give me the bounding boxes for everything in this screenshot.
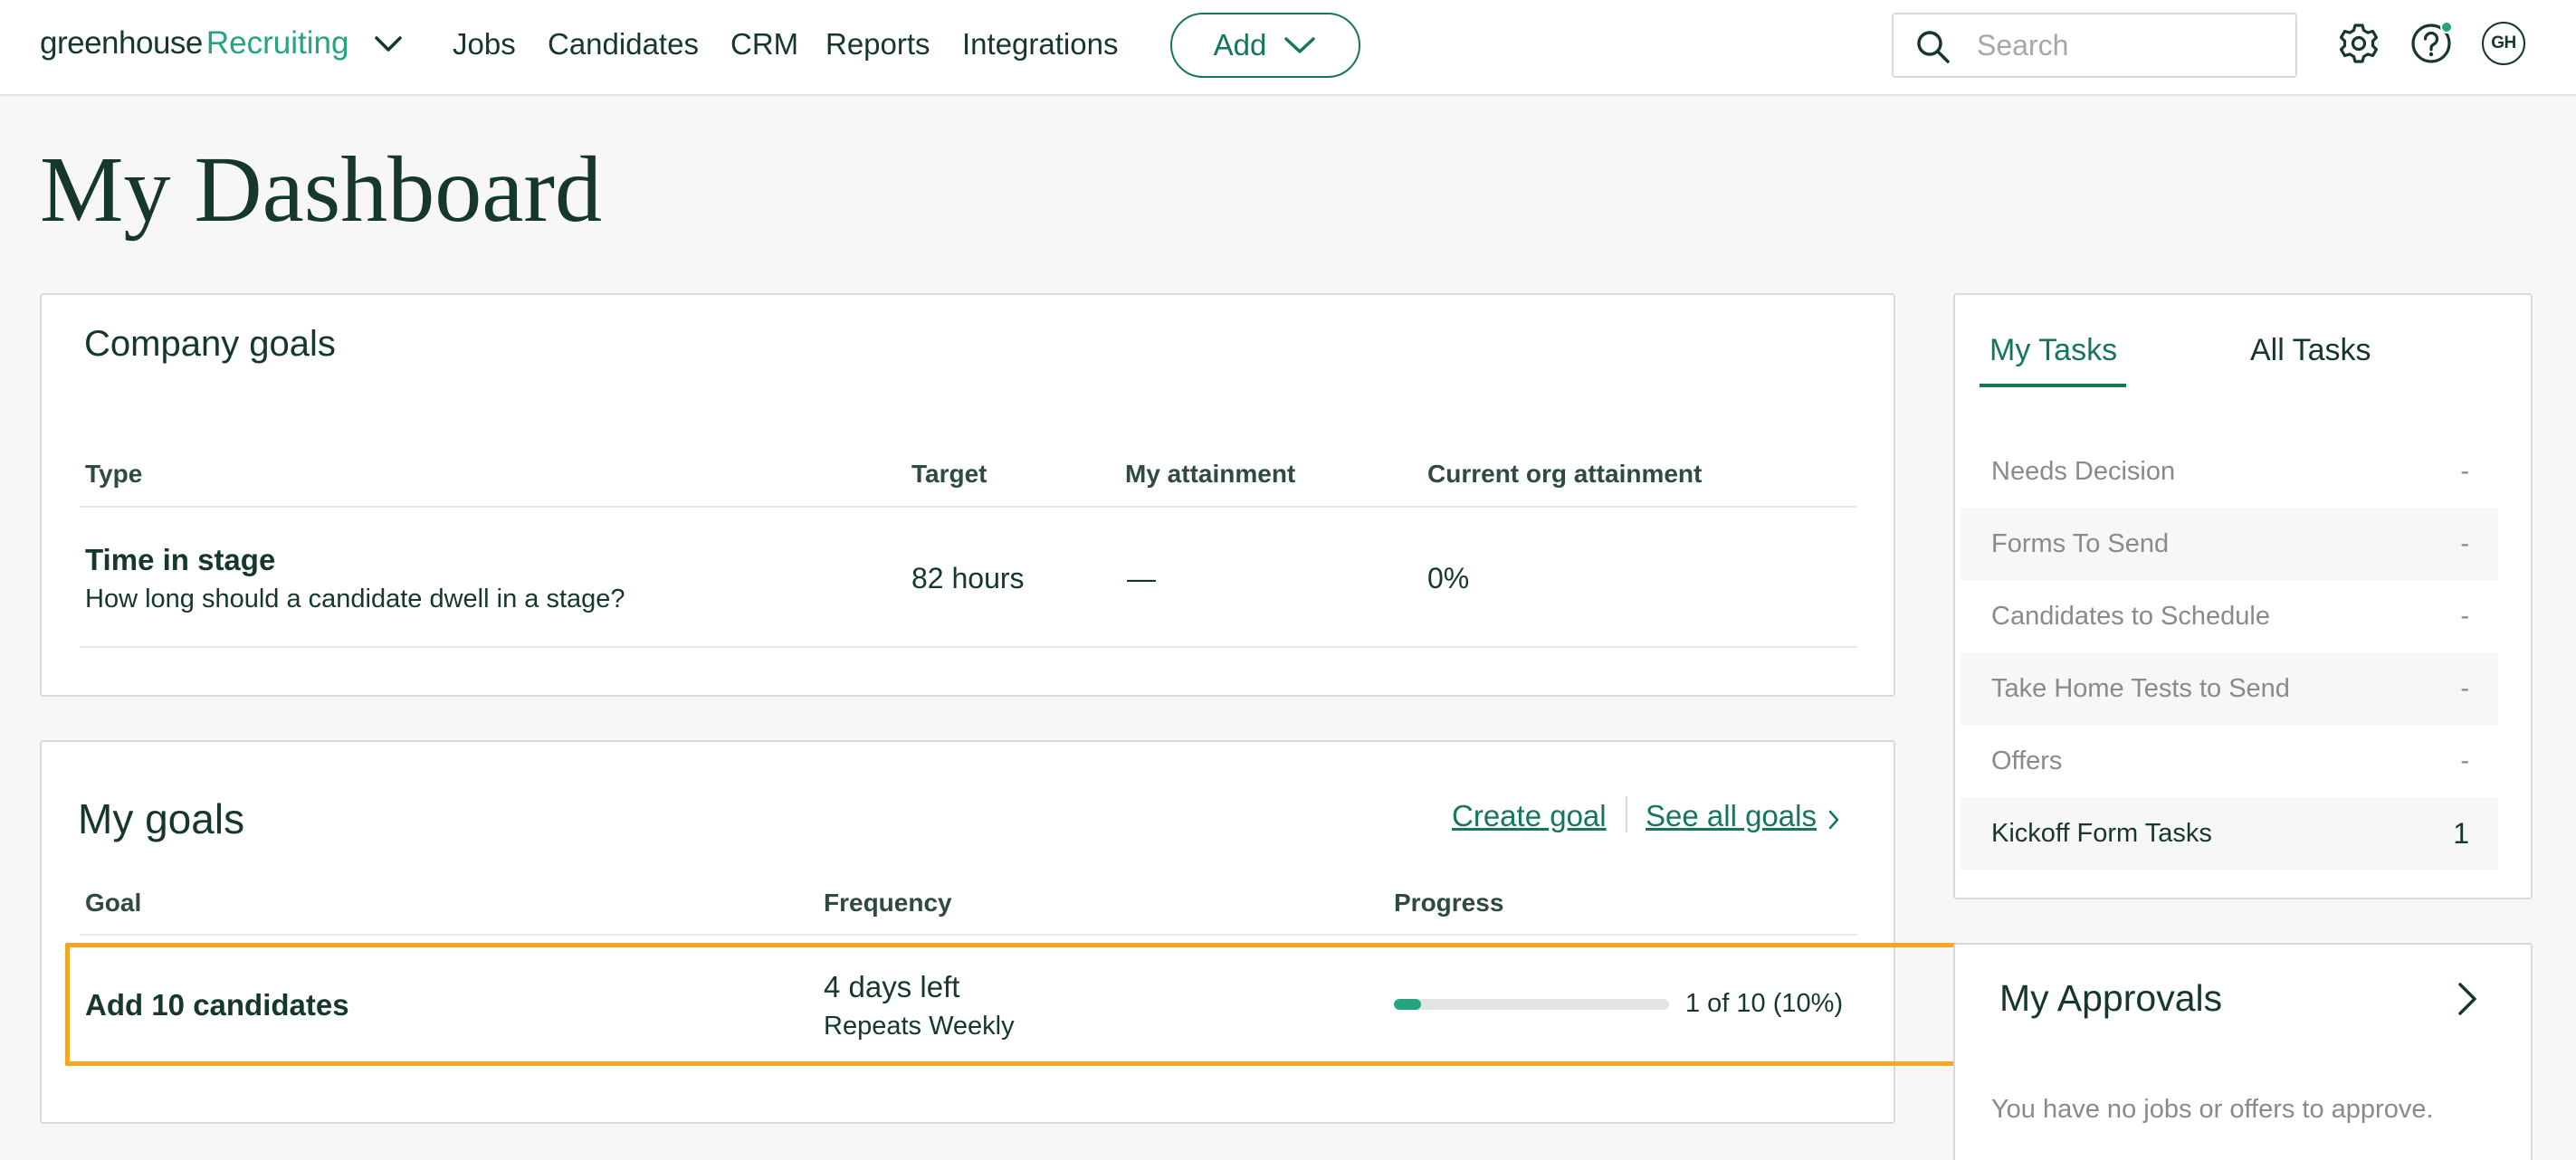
chevron-down-icon [1284, 37, 1316, 53]
top-navigation: greenhouse Recruiting Jobs Candidates CR… [0, 0, 2576, 96]
notification-dot [2440, 22, 2453, 33]
col-header-my-attainment: My attainment [1125, 460, 1296, 488]
task-count: - [2460, 456, 2469, 486]
my-goals-card [40, 740, 1895, 1124]
logo-primary: greenhouse [40, 25, 203, 61]
goal-org-attainment: 0% [1427, 562, 1470, 594]
goal-progress-bar [1394, 999, 1669, 1010]
task-needs-decision[interactable]: Needs Decision - [1961, 435, 2498, 508]
divider [80, 934, 1857, 936]
task-count: - [2460, 746, 2469, 775]
task-label: Needs Decision [1991, 456, 2176, 486]
task-label: Take Home Tests to Send [1991, 673, 2290, 703]
goal-my-attainment: — [1127, 562, 1156, 594]
col-header-frequency: Frequency [824, 889, 952, 917]
avatar[interactable]: GH [2482, 22, 2525, 65]
nav-jobs[interactable]: Jobs [453, 27, 516, 62]
task-count: - [2460, 673, 2469, 703]
add-button[interactable]: Add [1170, 13, 1360, 78]
goal-target: 82 hours [911, 562, 1025, 594]
divider [80, 646, 1857, 648]
approvals-title: My Approvals [1999, 977, 2223, 1019]
tab-my-tasks[interactable]: My Tasks [1989, 333, 2117, 368]
task-kickoff-form-tasks[interactable]: Kickoff Form Tasks 1 [1961, 797, 2498, 870]
approvals-empty-text: You have no jobs or offers to approve. [1991, 1095, 2434, 1124]
see-all-goals-link[interactable]: See all goals [1646, 799, 1817, 833]
search-input[interactable] [1977, 24, 2275, 67]
goal-progress-text: 1 of 10 (10%) [1685, 989, 1844, 1018]
goal-frequency: 4 days left [824, 970, 960, 1003]
task-candidates-to-schedule[interactable]: Candidates to Schedule - [1961, 580, 2498, 652]
task-count: - [2460, 601, 2469, 631]
task-forms-to-send[interactable]: Forms To Send - [1961, 508, 2498, 580]
my-goals-title: My goals [78, 795, 245, 842]
active-tab-indicator [1980, 384, 2126, 387]
add-button-label: Add [1213, 28, 1267, 62]
task-label: Kickoff Form Tasks [1991, 818, 2212, 848]
nav-candidates[interactable]: Candidates [548, 27, 699, 62]
task-label: Candidates to Schedule [1991, 601, 2270, 631]
tab-all-tasks[interactable]: All Tasks [2250, 333, 2371, 368]
chevron-right-icon[interactable] [2455, 979, 2480, 1019]
task-count: - [2460, 528, 2469, 558]
task-take-home-tests[interactable]: Take Home Tests to Send - [1961, 652, 2498, 725]
page-title: My Dashboard [40, 138, 603, 242]
col-header-type: Type [85, 460, 143, 488]
search-box[interactable] [1892, 13, 2297, 78]
chevron-right-icon[interactable] [1827, 808, 1841, 832]
nav-integrations[interactable]: Integrations [962, 27, 1118, 62]
greenhouse-logo[interactable]: greenhouse Recruiting [40, 25, 348, 71]
nav-crm[interactable]: CRM [730, 27, 798, 62]
goal-type: Time in stage [85, 543, 276, 576]
nav-reports[interactable]: Reports [825, 27, 930, 62]
logo-secondary: Recruiting [205, 25, 349, 61]
approvals-card [1953, 943, 2533, 1160]
goal-description: How long should a candidate dwell in a s… [85, 585, 625, 613]
col-header-org-attainment: Current org attainment [1427, 460, 1703, 488]
company-goals-title: Company goals [84, 324, 336, 364]
gear-icon[interactable] [2337, 22, 2380, 65]
link-separator [1626, 796, 1627, 832]
task-label: Forms To Send [1991, 528, 2170, 558]
col-header-goal: Goal [85, 889, 142, 917]
col-header-progress: Progress [1394, 889, 1504, 917]
col-header-target: Target [911, 460, 987, 488]
create-goal-link[interactable]: Create goal [1452, 799, 1607, 833]
search-icon [1917, 31, 1950, 63]
goal-progress-fill [1394, 999, 1422, 1010]
help-icon[interactable] [2409, 22, 2453, 65]
divider [80, 506, 1857, 508]
chevron-down-icon[interactable] [367, 24, 409, 65]
goal-name: Add 10 candidates [85, 988, 349, 1022]
task-label: Offers [1991, 746, 2063, 775]
task-count: 1 [2453, 816, 2469, 850]
goal-repeat: Repeats Weekly [824, 1012, 1015, 1041]
task-offers[interactable]: Offers - [1961, 725, 2498, 797]
